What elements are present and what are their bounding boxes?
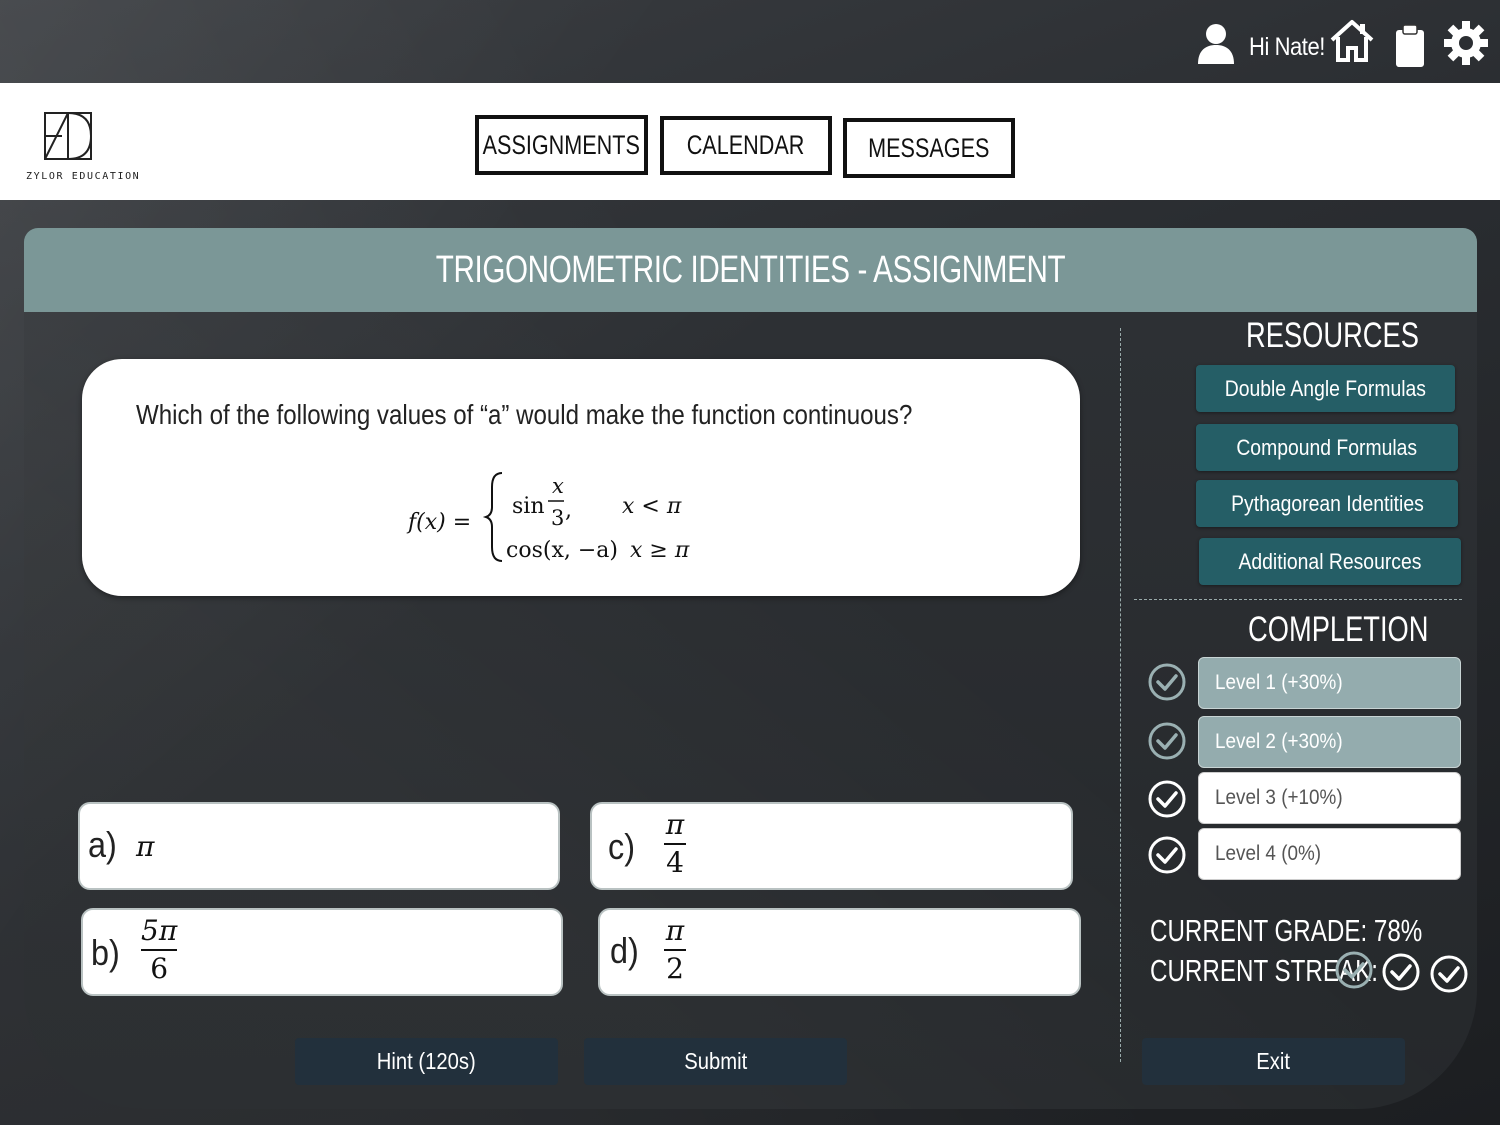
option-b-letter: b) [91,932,120,973]
option-c-fraction: π 4 [664,808,686,880]
question-card: Which of the following values of “a” wou… [82,359,1080,596]
streak-check-icon [1382,953,1420,991]
nav-messages-button[interactable]: MESSAGES [843,118,1015,178]
level-3-check-icon [1148,780,1186,818]
option-d-numerator: π [665,914,685,947]
formula-case1-den: 3 [551,506,564,530]
resource-additional-button[interactable]: Additional Resources [1199,538,1461,585]
submit-button[interactable]: Submit [584,1038,847,1085]
answer-option-c[interactable]: c) π 4 [590,802,1073,890]
gear-icon[interactable] [1443,20,1489,66]
resource-label: Additional Resources [1238,548,1422,574]
resource-label: Compound Formulas [1236,434,1418,460]
level-label: Level 2 (+30%) [1215,730,1343,753]
navigation-bar: ZYLOR EDUCATION ASSIGNMENTS CALENDAR MES… [0,83,1500,200]
formula-case2-expr: cos(x, −a) [506,538,618,563]
resource-compound-button[interactable]: Compound Formulas [1196,424,1458,471]
option-c-denominator: 4 [666,846,684,879]
nav-calendar-label: CALENDAR [687,130,805,160]
exit-button[interactable]: Exit [1142,1038,1405,1085]
nav-assignments-button[interactable]: ASSIGNMENTS [475,115,648,175]
exit-label: Exit [1256,1048,1291,1074]
top-bar: Hi Nate! [0,0,1500,82]
option-b-fraction: 5π 6 [141,914,177,986]
option-b-numerator: 5π [141,914,178,947]
resource-label: Pythagorean Identities [1230,490,1424,516]
level-label: Level 1 (+30%) [1215,671,1343,694]
current-grade: CURRENT GRADE: 78% [1150,913,1423,948]
formula-case1-cond: x < π [622,494,682,519]
hint-label: Hint (120s) [376,1048,476,1074]
completion-heading: COMPLETION [1248,610,1429,649]
option-d-letter: d) [610,930,639,971]
level-2-item[interactable]: Level 2 (+30%) [1198,716,1461,768]
option-a-value: π [136,830,155,863]
option-d-denominator: 2 [666,952,684,985]
formula-lhs: f(x) = [406,510,471,535]
level-4-item[interactable]: Level 4 (0%) [1198,828,1461,880]
hint-button[interactable]: Hint (120s) [295,1038,558,1085]
column-divider [1120,328,1121,1062]
option-b-denominator: 6 [150,952,169,985]
level-4-check-icon [1148,836,1186,874]
resource-pythagorean-button[interactable]: Pythagorean Identities [1196,480,1458,527]
answer-option-d[interactable]: d) π 2 [598,908,1081,996]
formula-case1-num: x [552,474,564,498]
resource-double-angle-button[interactable]: Double Angle Formulas [1196,365,1455,412]
streak-check-icon [1430,955,1468,993]
answer-option-b[interactable]: b) 5π 6 [81,908,563,996]
formula-case1-fn: sin [512,494,545,519]
streak-check-icon [1335,951,1373,989]
option-c-numerator: π [665,808,685,841]
nav-messages-label: MESSAGES [868,132,990,163]
resources-heading: RESOURCES [1246,316,1419,355]
user-icon [1198,24,1234,64]
level-label: Level 4 (0%) [1215,842,1322,865]
level-label: Level 3 (+10%) [1215,786,1343,809]
brand-name: ZYLOR EDUCATION [26,171,141,182]
level-2-check-icon [1148,722,1186,760]
assignment-header: TRIGONOMETRIC IDENTITIES - ASSIGNMENT [24,228,1477,312]
piecewise-formula: f(x) = sin x 3 , x < π cos(x, −a) x ≥ π [406,472,690,563]
option-c-letter: c) [608,826,635,867]
option-d-fraction: π 2 [664,914,686,986]
svg-text:,: , [565,498,572,523]
answer-option-a[interactable]: a) π [78,802,560,890]
level-3-item[interactable]: Level 3 (+10%) [1198,772,1461,824]
user-greeting: Hi Nate! [1249,33,1325,61]
level-1-item[interactable]: Level 1 (+30%) [1198,657,1461,709]
assignment-panel: TRIGONOMETRIC IDENTITIES - ASSIGNMENT Wh… [24,228,1477,1109]
nav-calendar-button[interactable]: CALENDAR [660,116,832,175]
question-text: Which of the following values of “a” wou… [136,399,913,430]
home-icon[interactable] [1329,18,1375,64]
formula-case2-cond: x ≥ π [630,538,690,563]
option-a-letter: a) [88,824,117,865]
assignment-title: TRIGONOMETRIC IDENTITIES - ASSIGNMENT [435,248,1066,291]
nav-assignments-label: ASSIGNMENTS [482,129,641,160]
resource-label: Double Angle Formulas [1224,375,1427,401]
clipboard-icon[interactable] [1394,24,1426,68]
level-1-check-icon [1148,663,1186,701]
section-divider [1134,599,1462,600]
submit-label: Submit [683,1048,748,1074]
